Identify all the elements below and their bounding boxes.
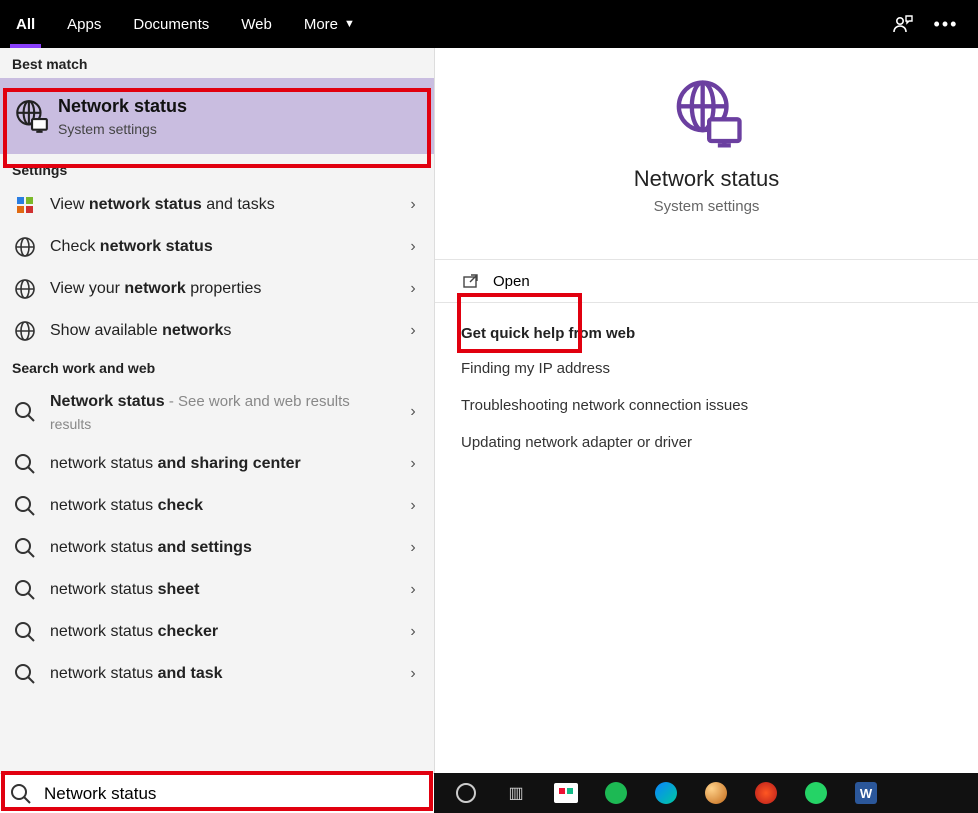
quick-help-section: Get quick help from web Finding my IP ad…: [435, 303, 978, 493]
item-label: network status and settings: [50, 538, 390, 559]
search-icon: [14, 621, 36, 643]
web-item-and-task[interactable]: network status and task ›: [0, 653, 434, 695]
chevron-right-icon: ›: [404, 581, 422, 599]
open-button[interactable]: Open: [435, 260, 556, 302]
search-input[interactable]: [42, 783, 424, 805]
search-icon: [14, 579, 36, 601]
ellipsis-icon: •••: [934, 14, 959, 35]
help-link-troubleshoot[interactable]: Troubleshooting network connection issue…: [461, 397, 952, 414]
chevron-down-icon: ▼: [344, 18, 355, 30]
best-match-title: Network status: [58, 96, 187, 117]
taskbar-paint[interactable]: [694, 773, 738, 813]
chevron-right-icon: ›: [404, 403, 422, 421]
chevron-right-icon: ›: [404, 665, 422, 683]
taskbar-spotify[interactable]: [594, 773, 638, 813]
item-label: network status checker: [50, 622, 390, 643]
best-match-text: Network status System settings: [58, 96, 187, 137]
web-item-and-settings[interactable]: network status and settings ›: [0, 527, 434, 569]
settings-header: Settings: [0, 154, 434, 184]
help-link-ip[interactable]: Finding my IP address: [461, 360, 952, 377]
item-label: View network status and tasks: [50, 195, 390, 216]
chevron-right-icon: ›: [404, 497, 422, 515]
item-label: Network status - See work and web result…: [50, 392, 390, 433]
search-icon: [14, 537, 36, 559]
search-bar: [0, 773, 434, 813]
filter-tab-web[interactable]: Web: [225, 0, 288, 48]
web-item-sheet[interactable]: network status sheet ›: [0, 569, 434, 611]
results-list: Best match Network status System setting…: [0, 48, 434, 773]
item-label: network status and task: [50, 664, 390, 685]
settings-item-view-status-tasks[interactable]: View network status and tasks ›: [0, 184, 434, 226]
taskbar-word[interactable]: W: [844, 773, 888, 813]
chevron-right-icon: ›: [404, 539, 422, 557]
network-status-large-icon: [668, 78, 746, 152]
taskbar-task-view[interactable]: ▥: [494, 773, 538, 813]
filter-tab-apps[interactable]: Apps: [51, 0, 117, 48]
best-match-header: Best match: [0, 48, 434, 78]
item-label: network status and sharing center: [50, 454, 390, 475]
taskbar-edge[interactable]: [644, 773, 688, 813]
chevron-right-icon: ›: [404, 322, 422, 340]
filter-label: All: [16, 16, 35, 33]
feedback-button[interactable]: [880, 0, 924, 48]
chevron-right-icon: ›: [404, 623, 422, 641]
web-header: Search work and web: [0, 352, 434, 382]
settings-item-check-status[interactable]: Check network status ›: [0, 226, 434, 268]
taskbar-store[interactable]: [544, 773, 588, 813]
globe-icon: [14, 320, 36, 342]
search-icon: [10, 783, 32, 805]
search-icon: [14, 453, 36, 475]
globe-icon: [14, 278, 36, 300]
item-label: network status sheet: [50, 580, 390, 601]
chevron-right-icon: ›: [404, 196, 422, 214]
search-icon: [14, 401, 36, 423]
person-feedback-icon: [891, 13, 913, 35]
settings-item-show-networks[interactable]: Show available networks ›: [0, 310, 434, 352]
detail-title: Network status: [634, 166, 780, 192]
best-match-item[interactable]: Network status System settings: [0, 78, 434, 154]
chevron-right-icon: ›: [404, 455, 422, 473]
filter-label: Apps: [67, 16, 101, 33]
help-link-adapter[interactable]: Updating network adapter or driver: [461, 434, 952, 451]
settings-item-view-properties[interactable]: View your network properties ›: [0, 268, 434, 310]
quick-help-header: Get quick help from web: [461, 325, 952, 342]
taskbar-brave[interactable]: [744, 773, 788, 813]
globe-icon: [14, 236, 36, 258]
detail-subtitle: System settings: [654, 198, 760, 215]
taskbar-whatsapp[interactable]: [794, 773, 838, 813]
item-label: Check network status: [50, 237, 390, 258]
filter-tab-more[interactable]: More ▼: [288, 0, 371, 48]
taskbar: ▥ W: [434, 773, 978, 813]
chevron-right-icon: ›: [404, 280, 422, 298]
result-detail-pane: Network status System settings Open Get …: [434, 48, 978, 773]
taskbar-cortana[interactable]: [444, 773, 488, 813]
filter-tab-all[interactable]: All: [0, 0, 51, 48]
chevron-right-icon: ›: [404, 238, 422, 256]
search-icon: [14, 663, 36, 685]
best-match-subtitle: System settings: [58, 121, 187, 137]
filter-tabs: All Apps Documents Web More ▼: [0, 0, 371, 48]
settings-tiles-icon: [14, 194, 36, 216]
network-status-icon: [12, 99, 46, 133]
filter-label: More: [304, 16, 338, 33]
more-options-button[interactable]: •••: [924, 0, 968, 48]
search-filter-bar: All Apps Documents Web More ▼ •••: [0, 0, 978, 48]
web-item-checker[interactable]: network status checker ›: [0, 611, 434, 653]
web-item-check[interactable]: network status check ›: [0, 485, 434, 527]
open-external-icon: [461, 272, 479, 290]
filter-label: Documents: [133, 16, 209, 33]
open-action-row: Open: [435, 259, 978, 303]
item-label: Show available networks: [50, 321, 390, 342]
filter-tab-documents[interactable]: Documents: [117, 0, 225, 48]
open-label: Open: [493, 273, 530, 290]
item-label: View your network properties: [50, 279, 390, 300]
item-label: network status check: [50, 496, 390, 517]
filter-label: Web: [241, 16, 272, 33]
search-results-pane: Best match Network status System setting…: [0, 48, 978, 773]
web-item-network-status[interactable]: Network status - See work and web result…: [0, 382, 434, 443]
web-item-sharing-center[interactable]: network status and sharing center ›: [0, 443, 434, 485]
detail-header: Network status System settings: [435, 78, 978, 235]
search-icon: [14, 495, 36, 517]
